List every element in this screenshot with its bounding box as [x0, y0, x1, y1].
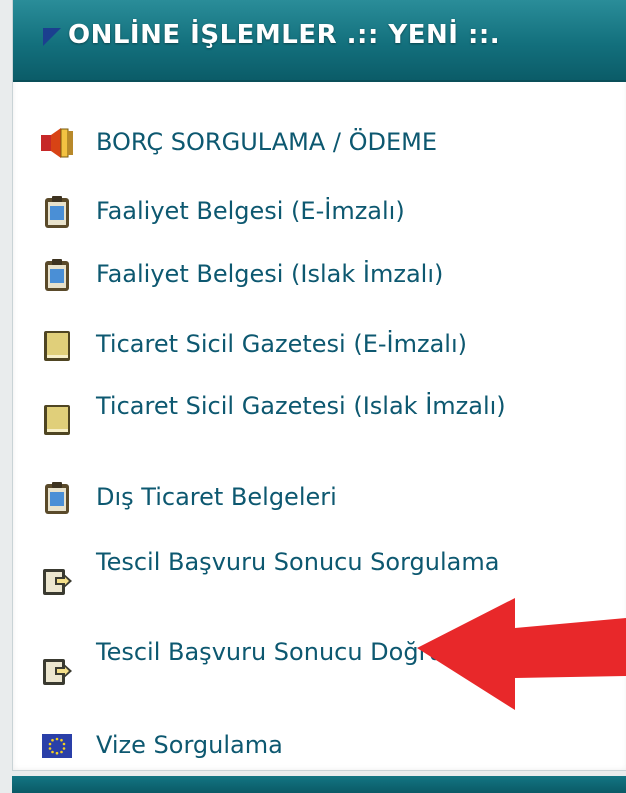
- clipboard-document-icon: [45, 482, 69, 514]
- book-icon: [44, 331, 70, 361]
- menu-item-faaliyet-belgesi-e-imzali[interactable]: Faaliyet Belgesi (E-İmzalı): [39, 194, 579, 230]
- menu-item-faaliyet-belgesi-islak-imzali[interactable]: Faaliyet Belgesi (Islak İmzalı): [39, 257, 579, 293]
- eu-flag-icon: [42, 734, 72, 758]
- menu-item-label: Vize Sorgulama: [96, 731, 283, 759]
- panel-header: ONLİNE İŞLEMLER .:: YENİ ::.: [13, 0, 626, 82]
- menu-item-label: Faaliyet Belgesi (E-İmzalı): [96, 197, 405, 225]
- menu-item-label: BORÇ SORGULAMA / ÖDEME: [96, 128, 437, 156]
- menu-item-borc-sorgulama[interactable]: BORÇ SORGULAMA / ÖDEME: [39, 125, 579, 161]
- header-flag-icon: [43, 28, 61, 46]
- menu-item-vize-sorgulama[interactable]: Vize Sorgulama: [39, 728, 579, 764]
- panel-title: ONLİNE İŞLEMLER .:: YENİ ::.: [68, 20, 501, 50]
- document-arrow-icon: [43, 659, 72, 685]
- menu-item-ticaret-sicil-islak-imzali[interactable]: Ticaret Sicil Gazetesi (Islak İmzalı): [39, 389, 579, 461]
- bottom-bar: [12, 776, 626, 793]
- red-pointer-arrow-icon: [417, 598, 626, 710]
- book-icon: [44, 405, 70, 435]
- menu-item-ticaret-sicil-e-imzali[interactable]: Ticaret Sicil Gazetesi (E-İmzalı): [39, 327, 579, 363]
- document-arrow-icon: [43, 569, 72, 595]
- menu-item-label: Faaliyet Belgesi (Islak İmzalı): [96, 260, 444, 288]
- menu-item-dis-ticaret-belgeleri[interactable]: Dış Ticaret Belgeleri: [39, 480, 579, 516]
- menu-item-label: Ticaret Sicil Gazetesi (Islak İmzalı): [96, 392, 506, 420]
- clipboard-document-icon: [45, 196, 69, 228]
- menu-item-label: Ticaret Sicil Gazetesi (E-İmzalı): [96, 330, 467, 358]
- menu-item-label: Dış Ticaret Belgeleri: [96, 483, 337, 511]
- clipboard-document-icon: [45, 259, 69, 291]
- menu-item-label: Tescil Başvuru Sonucu Sorgulama: [96, 548, 500, 576]
- money-speaker-icon: [41, 128, 73, 158]
